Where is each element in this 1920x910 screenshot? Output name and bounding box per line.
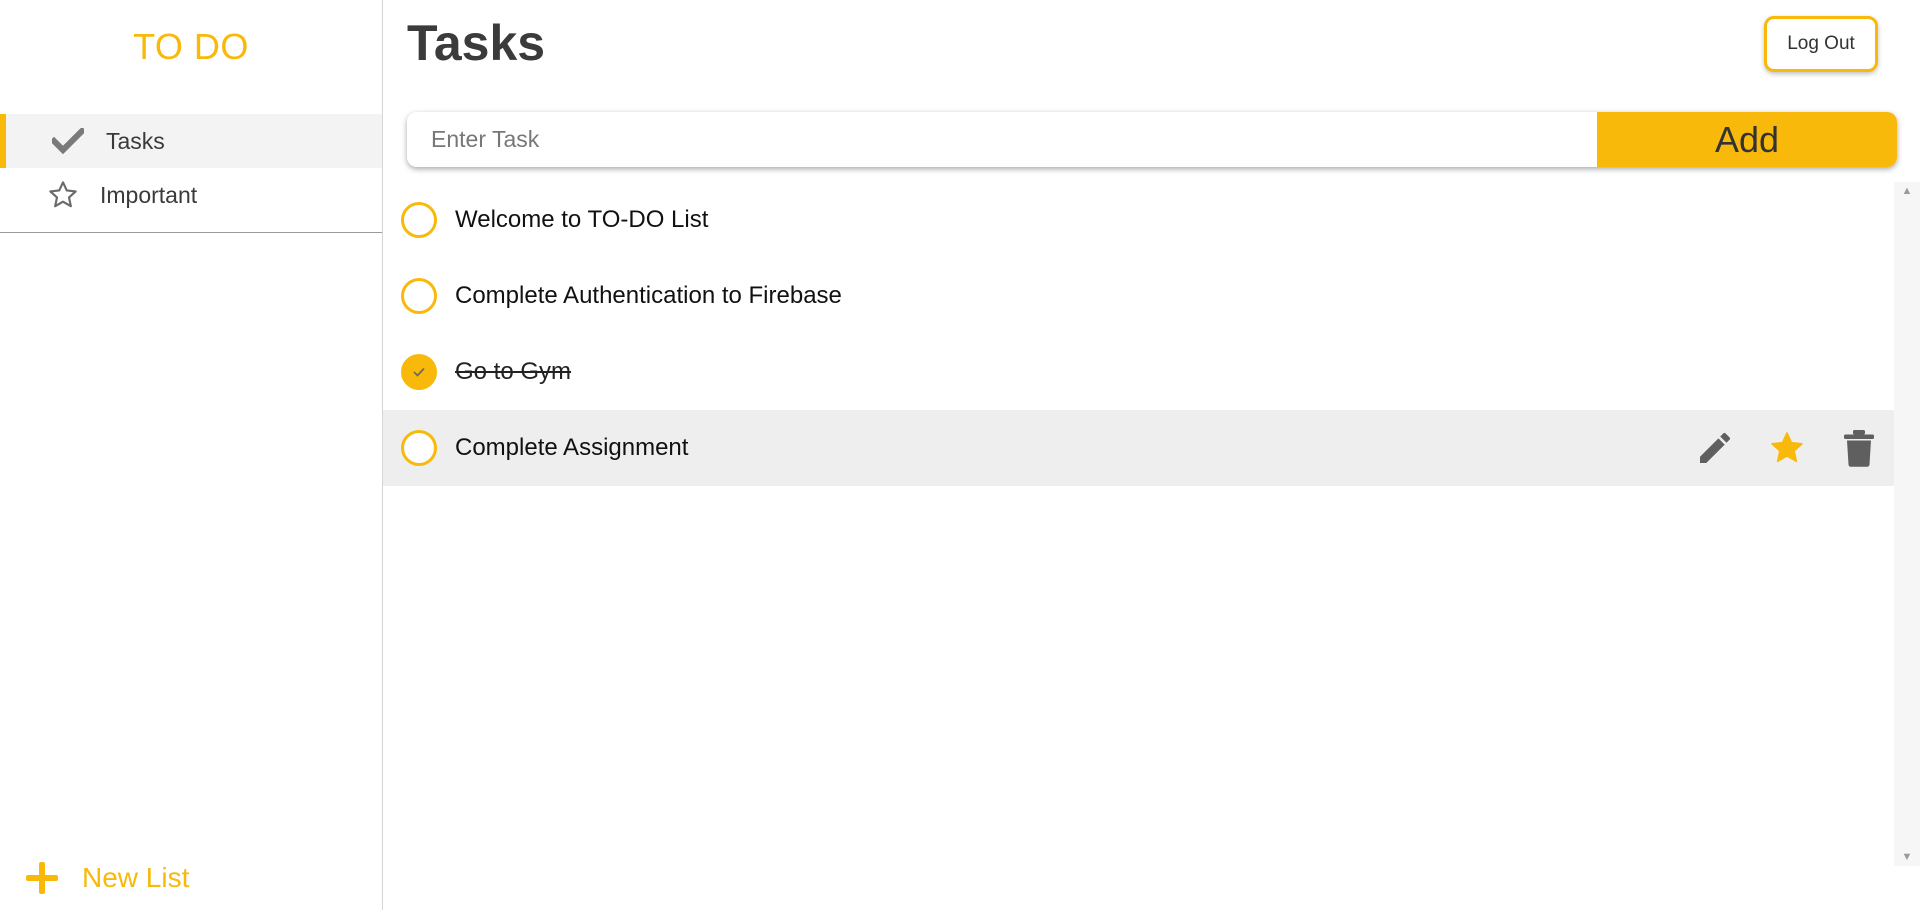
task-checkbox[interactable] <box>401 430 437 466</box>
scroll-down-arrow-icon[interactable]: ▼ <box>1894 848 1920 866</box>
main-panel: Tasks Log Out Add Welcome to TO-DO List … <box>383 0 1920 910</box>
new-list-button[interactable]: New List <box>24 860 189 896</box>
task-item[interactable]: Complete Assignment <box>383 410 1895 486</box>
plus-icon <box>24 860 60 896</box>
task-text: Complete Assignment <box>455 434 689 461</box>
task-text: Welcome to TO-DO List <box>455 206 709 233</box>
app-window: TO DO Tasks Important New List Tasks Log… <box>0 0 1920 910</box>
scrollbar[interactable]: ▲ ▼ <box>1894 182 1920 866</box>
task-item[interactable]: Go to Gym <box>383 334 1895 410</box>
task-item[interactable]: Complete Authentication to Firebase <box>383 258 1895 334</box>
task-checkbox[interactable] <box>401 202 437 238</box>
check-small-icon <box>413 367 425 377</box>
sidebar-item-label: Important <box>100 181 198 208</box>
task-item[interactable]: Welcome to TO-DO List <box>383 182 1895 258</box>
new-list-label: New List <box>82 862 190 893</box>
sidebar-item-tasks[interactable]: Tasks <box>0 114 382 168</box>
add-task-bar: Add <box>407 112 1897 167</box>
add-button[interactable]: Add <box>1597 112 1897 167</box>
brand-title: TO DO <box>133 26 249 67</box>
task-text: Complete Authentication to Firebase <box>455 282 842 309</box>
sidebar-item-label: Tasks <box>106 127 165 154</box>
sidebar-item-important[interactable]: Important <box>0 168 382 222</box>
star-icon[interactable] <box>1765 426 1809 470</box>
sidebar: TO DO Tasks Important New List <box>0 0 383 910</box>
edit-icon[interactable] <box>1693 426 1737 470</box>
task-list: Welcome to TO-DO List Complete Authentic… <box>383 182 1895 486</box>
star-outline-icon <box>43 175 83 215</box>
task-checkbox-checked[interactable] <box>401 354 437 390</box>
task-input[interactable] <box>407 112 1597 167</box>
trash-icon[interactable] <box>1837 426 1881 470</box>
task-actions <box>1665 410 1881 486</box>
task-checkbox[interactable] <box>401 278 437 314</box>
scroll-up-arrow-icon[interactable]: ▲ <box>1894 182 1920 200</box>
sidebar-nav: Tasks Important <box>0 114 382 233</box>
page-title: Tasks <box>407 15 546 71</box>
checkmark-icon <box>48 121 88 161</box>
logout-button[interactable]: Log Out <box>1764 16 1878 72</box>
task-text: Go to Gym <box>455 358 572 385</box>
